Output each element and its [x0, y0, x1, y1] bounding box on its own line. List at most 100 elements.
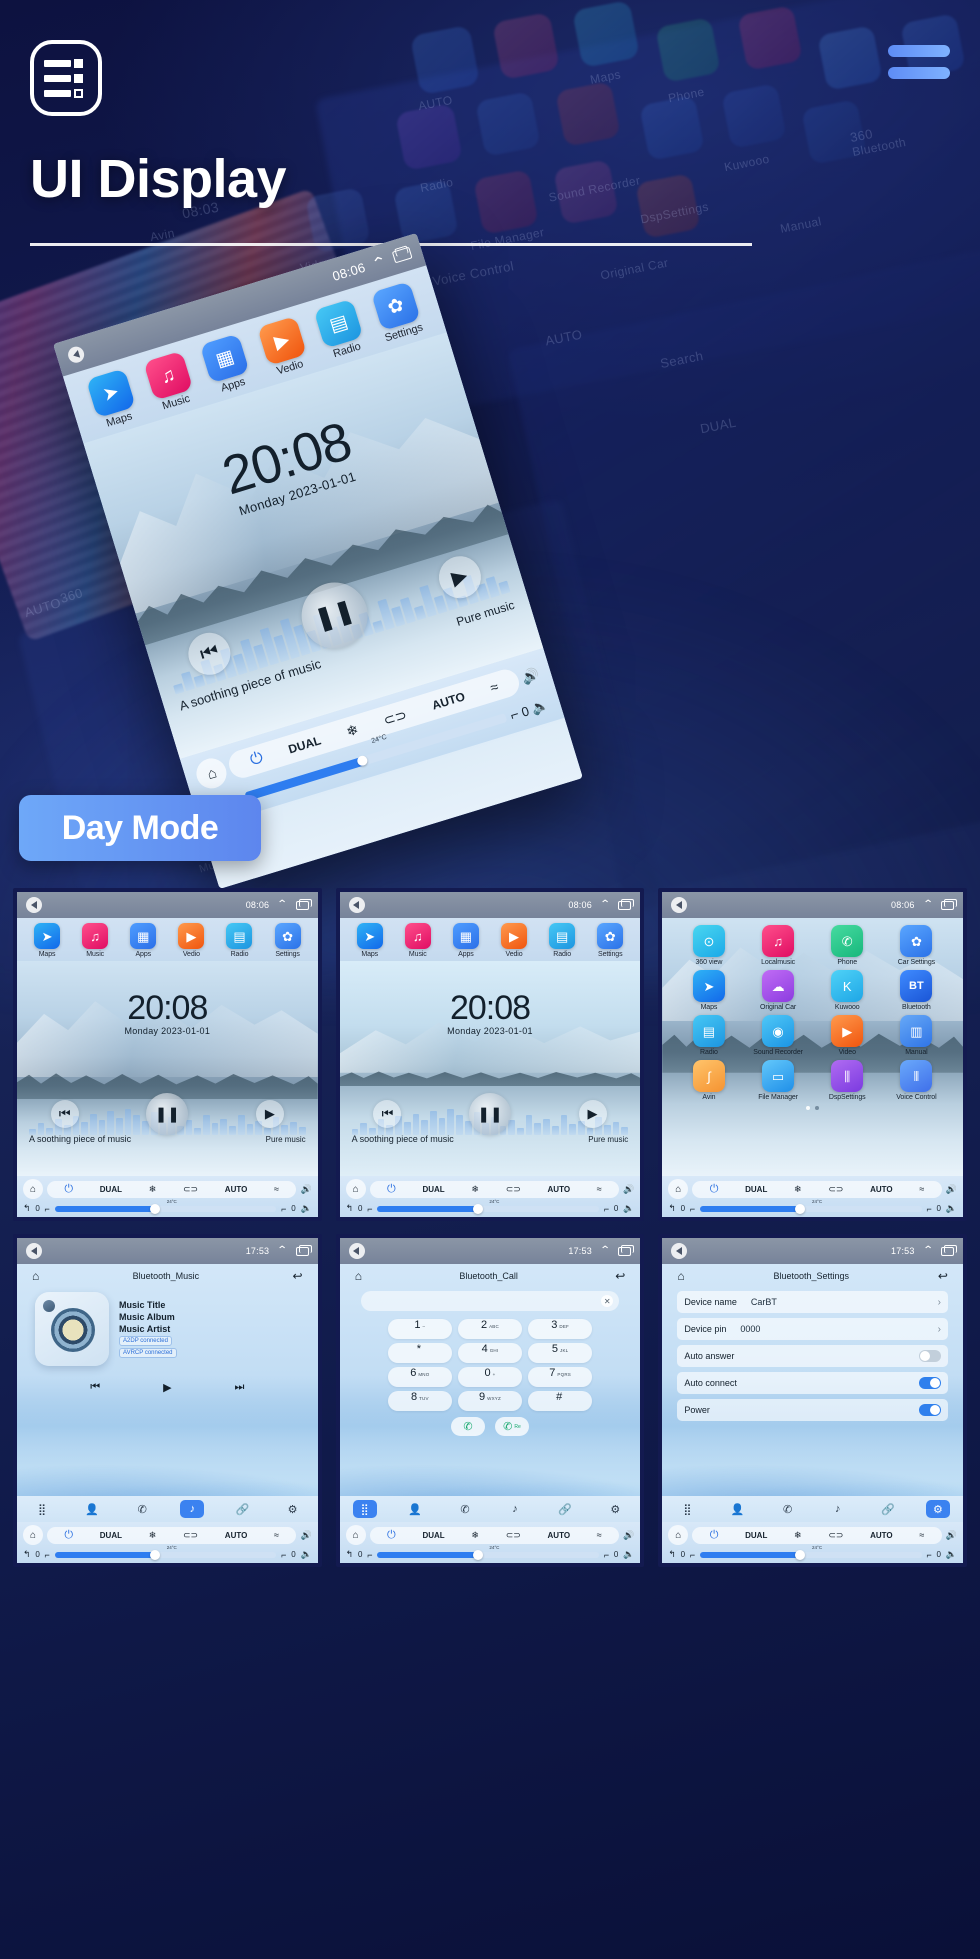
fan-icon[interactable]: ≈	[597, 1184, 602, 1194]
thumb-bluetooth-call[interactable]: 17:53 ⌃ ⌂ Bluetooth_Call ↩ ✕ 1–2 ABC 3 D…	[335, 1234, 645, 1567]
home-button[interactable]: ⌂	[345, 1525, 366, 1545]
recents-icon[interactable]	[940, 1244, 957, 1256]
settings-row-device-name[interactable]: Device name CarBT ›	[677, 1291, 948, 1313]
bt-tab-settings[interactable]: ⚙	[603, 1500, 627, 1518]
defrost-icon[interactable]: ⊂⊃	[506, 1184, 521, 1195]
auto-label[interactable]: AUTO	[225, 1185, 248, 1194]
home-icon[interactable]: ⌂	[32, 1269, 39, 1283]
power-icon[interactable]: ⏻	[710, 1183, 719, 1196]
bt-tab-link[interactable]: 🔗	[230, 1500, 254, 1518]
home-button[interactable]: ⌂	[668, 1525, 689, 1545]
fan-speed-slider[interactable]	[700, 1205, 922, 1212]
thumb-bluetooth-settings[interactable]: 17:53 ⌃ ⌂ Bluetooth_Settings ↩ Device na…	[658, 1234, 967, 1567]
snowflake-icon[interactable]: ❄	[149, 1184, 157, 1195]
dial-key-6[interactable]: 6 MNO	[387, 1367, 452, 1387]
app-cell-voice-control[interactable]: ⦀ Voice Control	[882, 1060, 951, 1101]
snowflake-icon[interactable]: ❄	[794, 1184, 802, 1195]
dock-item-settings[interactable]: ✿ Settings	[264, 923, 312, 958]
dock-item-vedio[interactable]: ▶ Vedio	[490, 923, 538, 958]
dial-key-#[interactable]: #	[528, 1391, 593, 1411]
previous-track-button[interactable]: ⏮	[183, 627, 236, 680]
next-track-button[interactable]: ▶	[433, 550, 486, 604]
dock-item-maps[interactable]: ➤ Maps	[346, 923, 394, 958]
power-icon[interactable]: ⏻	[387, 1183, 396, 1196]
defrost-icon[interactable]: ⊂⊃	[381, 706, 408, 729]
fan-speed-slider[interactable]	[377, 1205, 599, 1212]
defrost-icon[interactable]: ⊂⊃	[183, 1530, 198, 1541]
hamburger-menu[interactable]	[888, 45, 950, 79]
settings-row-power[interactable]: Power	[677, 1399, 948, 1421]
back-button[interactable]: ↰	[668, 1203, 676, 1214]
snowflake-icon[interactable]: ❄	[344, 721, 360, 741]
next-track-button[interactable]: ⏭	[228, 1376, 250, 1398]
volume-down-icon[interactable]: 🔈	[300, 1203, 311, 1214]
fan-icon[interactable]: ≈	[274, 1530, 279, 1540]
auto-label[interactable]: AUTO	[548, 1531, 571, 1540]
fan-icon[interactable]: ≈	[597, 1530, 602, 1540]
home-icon[interactable]: ⌂	[677, 1269, 684, 1283]
auto-label[interactable]: AUTO	[225, 1531, 248, 1540]
dock-item-maps[interactable]: ➤ Maps	[23, 923, 71, 958]
seat-left-icon[interactable]: ⌐	[690, 1550, 695, 1560]
fan-icon[interactable]: ≈	[919, 1530, 924, 1540]
back-button[interactable]: ↰	[346, 1203, 354, 1214]
thumb-apps-grid[interactable]: 08:06 ⌃ ⊙ 360 view ♫ Localmusic ✆ Phone ✿ Car S…	[658, 888, 967, 1221]
back-icon[interactable]	[671, 897, 688, 913]
previous-track-button[interactable]: ⏮	[373, 1100, 402, 1129]
defrost-icon[interactable]: ⊂⊃	[506, 1530, 521, 1541]
bt-tab-dialpad[interactable]: ⣿	[675, 1500, 699, 1518]
chevron-up-icon[interactable]: ⌃	[369, 252, 389, 272]
app-cell-localmusic[interactable]: ♫ Localmusic	[744, 925, 813, 966]
back-icon[interactable]	[348, 1243, 365, 1259]
volume-down-icon[interactable]: 🔈	[623, 1203, 634, 1214]
defrost-icon[interactable]: ⊂⊃	[828, 1184, 843, 1195]
dial-key-*[interactable]: *	[387, 1343, 452, 1363]
app-cell-kuwooo[interactable]: K Kuwooo	[813, 970, 882, 1011]
dual-label[interactable]: DUAL	[745, 1531, 767, 1540]
seat-left-icon[interactable]: ⌐	[690, 1204, 695, 1214]
return-icon[interactable]: ↩	[615, 1269, 625, 1283]
dock-item-radio[interactable]: ▤ Radio	[538, 923, 586, 958]
app-cell-bluetooth[interactable]: BT Bluetooth	[882, 970, 951, 1011]
power-icon[interactable]: ⏻	[64, 1183, 73, 1196]
chevron-right-icon[interactable]: ›	[938, 1297, 941, 1308]
volume-up-icon[interactable]: 🔊	[946, 1184, 957, 1195]
app-cell-video[interactable]: ▶ Video	[813, 1015, 882, 1056]
bt-tab-link[interactable]: 🔗	[553, 1500, 577, 1518]
return-icon[interactable]: ↩	[938, 1269, 948, 1283]
auto-label[interactable]: AUTO	[430, 689, 466, 712]
bt-tab-contacts[interactable]: 👤	[403, 1500, 427, 1518]
recents-icon[interactable]	[391, 246, 413, 264]
volume-down-icon[interactable]: 🔈	[623, 1549, 634, 1560]
back-icon[interactable]	[348, 897, 365, 913]
bt-tab-link[interactable]: 🔗	[876, 1500, 900, 1518]
next-track-button[interactable]: ▶	[255, 1100, 284, 1129]
back-button[interactable]: ↰	[23, 1203, 31, 1214]
bt-tab-contacts[interactable]: 👤	[80, 1500, 104, 1518]
app-cell-phone[interactable]: ✆ Phone	[813, 925, 882, 966]
seat-left-icon[interactable]: ⌐	[45, 1204, 50, 1214]
recents-icon[interactable]	[295, 1244, 312, 1256]
dual-label[interactable]: DUAL	[100, 1185, 122, 1194]
fan-icon[interactable]: ≈	[488, 678, 500, 696]
back-icon[interactable]	[66, 344, 87, 365]
toggle-switch[interactable]	[918, 1350, 941, 1362]
dual-label[interactable]: DUAL	[745, 1185, 767, 1194]
bt-tab-settings[interactable]: ⚙	[925, 1500, 950, 1518]
app-cell-dspsettings[interactable]: ⫼ DspSettings	[813, 1060, 882, 1101]
bt-tab-contacts[interactable]: 👤	[725, 1500, 749, 1518]
chevron-up-icon[interactable]: ⌃	[277, 900, 288, 910]
seat-left-icon[interactable]: ⌐	[367, 1550, 372, 1560]
fan-speed-slider[interactable]	[700, 1551, 922, 1558]
power-icon[interactable]: ⏻	[64, 1529, 73, 1542]
bt-tab-settings[interactable]: ⚙	[281, 1500, 305, 1518]
app-cell-avin[interactable]: ∫ Avin	[674, 1060, 743, 1101]
back-button[interactable]: ↰	[668, 1549, 676, 1560]
defrost-icon[interactable]: ⊂⊃	[183, 1184, 198, 1195]
defrost-icon[interactable]: ⊂⊃	[828, 1530, 843, 1541]
volume-up-icon[interactable]: 🔊	[300, 1530, 311, 1541]
recents-icon[interactable]	[295, 898, 312, 910]
dock-item-apps[interactable]: ▦ Apps	[442, 923, 490, 958]
home-button[interactable]: ⌂	[23, 1525, 43, 1545]
dial-key-3[interactable]: 3 DEF	[528, 1319, 593, 1339]
